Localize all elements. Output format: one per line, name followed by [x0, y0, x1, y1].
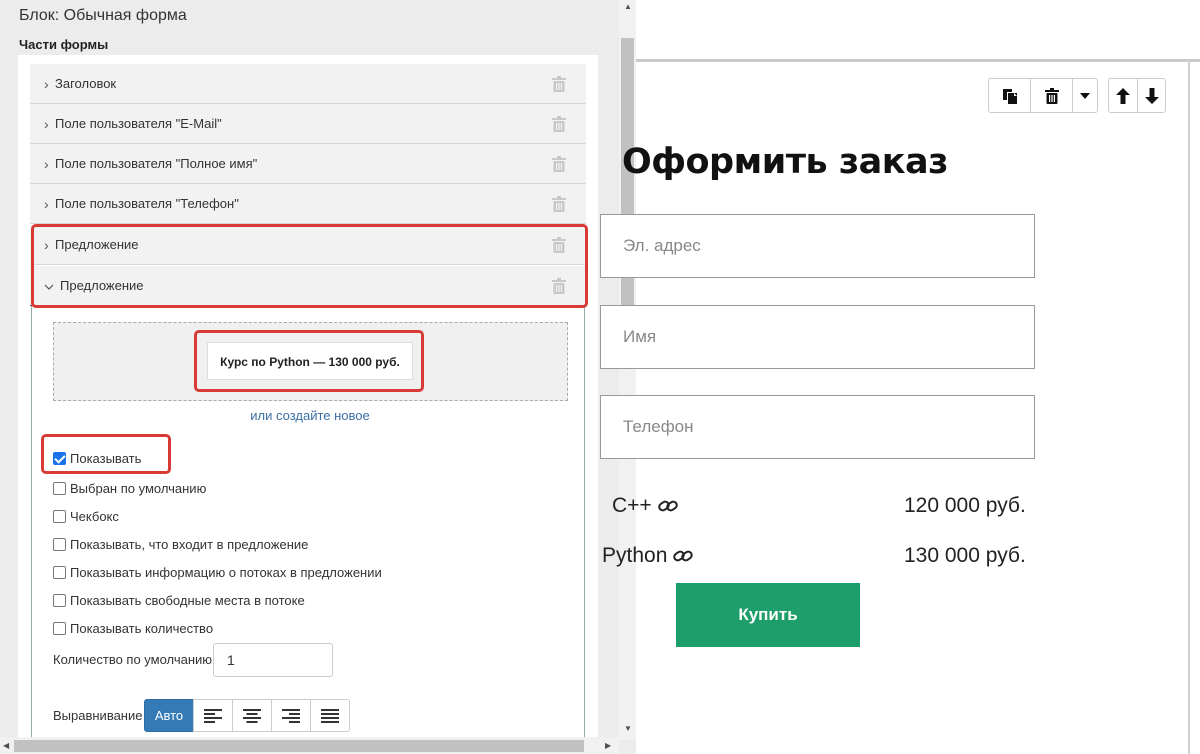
form-parts-label: Части формы: [19, 37, 109, 52]
chevron-right-icon: ›: [44, 237, 49, 253]
trash-icon[interactable]: [552, 156, 566, 177]
preview-border-top: [636, 59, 1200, 62]
trash-icon[interactable]: [552, 278, 566, 299]
form-part-offer-1[interactable]: › Предложение: [30, 225, 586, 265]
align-center-button[interactable]: [232, 699, 272, 732]
option-show-free-places[interactable]: Показывать свободные места в потоке: [53, 591, 305, 609]
option-checkbox[interactable]: Чекбокс: [53, 507, 119, 525]
form-part-label: Поле пользователя "Полное имя": [55, 156, 258, 171]
offer-name: C++: [612, 494, 652, 517]
name-field[interactable]: Имя: [600, 305, 1035, 369]
offer-price-python: 130 000 руб.: [904, 544, 1026, 567]
phone-placeholder: Телефон: [623, 417, 694, 436]
checkbox-show-contents[interactable]: [53, 537, 66, 551]
option-selected-default[interactable]: Выбран по умолчанию: [53, 479, 206, 497]
offer-price-cpp: 120 000 руб.: [904, 494, 1026, 517]
phone-field[interactable]: Телефон: [600, 395, 1035, 459]
alignment-button-group: Авто: [144, 699, 350, 732]
email-placeholder: Эл. адрес: [623, 236, 701, 255]
buy-button[interactable]: Купить: [676, 583, 860, 647]
offer-name: Python: [602, 544, 668, 567]
option-show-contents[interactable]: Показывать, что входит в предложение: [53, 535, 308, 553]
scroll-up-icon[interactable]: ▲: [624, 2, 632, 11]
option-label: Показывать количество: [70, 620, 214, 636]
create-new-offer-link[interactable]: или создайте новое: [0, 408, 620, 423]
email-field[interactable]: Эл. адрес: [600, 214, 1035, 278]
preview-border-right: [1188, 59, 1190, 754]
trash-icon[interactable]: [552, 116, 566, 137]
align-center-icon: [243, 708, 261, 723]
form-part-label: Поле пользователя "E-Mail": [55, 116, 222, 131]
checkbox-show-quantity[interactable]: [53, 621, 66, 635]
chevron-right-icon: ›: [44, 116, 49, 132]
scroll-left-icon[interactable]: ◀: [3, 741, 9, 750]
move-up-button[interactable]: [1109, 79, 1138, 112]
trash-icon: [1044, 87, 1059, 104]
option-show[interactable]: Показывать: [53, 449, 141, 467]
chevron-down-icon: [44, 266, 54, 306]
option-label: Чекбокс: [70, 508, 119, 524]
delete-block-button[interactable]: [1031, 79, 1073, 112]
align-justify-button[interactable]: [310, 699, 350, 732]
align-left-icon: [204, 708, 222, 723]
form-part-label: Поле пользователя "Телефон": [55, 196, 239, 211]
arrow-down-icon: [1144, 87, 1159, 104]
chevron-right-icon: ›: [44, 196, 49, 212]
scroll-right-icon[interactable]: ▶: [605, 741, 611, 750]
form-editor-panel: Блок: Обычная форма Части формы › Заголо…: [0, 0, 636, 754]
align-auto-button[interactable]: Авто: [144, 699, 194, 732]
vertical-scrollbar-thumb[interactable]: [621, 38, 634, 333]
checkbox-selected-default[interactable]: [53, 481, 66, 495]
offer-item-python[interactable]: Python: [602, 544, 693, 568]
checkbox-checkbox[interactable]: [53, 509, 66, 523]
scroll-down-icon[interactable]: ▼: [624, 724, 632, 733]
option-label: Показывать свободные места в потоке: [70, 592, 305, 608]
checkbox-show-streams[interactable]: [53, 565, 66, 579]
chevron-right-icon: ›: [44, 156, 49, 172]
more-actions-dropdown[interactable]: [1073, 79, 1097, 112]
default-quantity-label: Количество по умолчанию: [53, 652, 213, 667]
default-quantity-input[interactable]: 1: [213, 643, 333, 677]
move-down-button[interactable]: [1138, 79, 1165, 112]
form-part-offer-2[interactable]: Предложение: [30, 266, 586, 306]
option-label: Выбран по умолчанию: [70, 480, 207, 496]
option-label: Показывать: [70, 450, 142, 466]
form-part-fullname[interactable]: › Поле пользователя "Полное имя": [30, 144, 586, 184]
form-part-email[interactable]: › Поле пользователя "E-Mail": [30, 104, 586, 144]
align-right-button[interactable]: [271, 699, 311, 732]
form-part-heading[interactable]: › Заголовок: [30, 64, 586, 104]
move-block-toolbar: [1108, 78, 1166, 113]
form-part-label: Предложение: [60, 278, 144, 293]
arrow-up-icon: [1116, 87, 1130, 104]
form-part-phone[interactable]: › Поле пользователя "Телефон": [30, 184, 586, 224]
caret-down-icon: [1080, 92, 1090, 99]
align-left-button[interactable]: [193, 699, 233, 732]
trash-icon[interactable]: [552, 196, 566, 217]
offer-item-cpp[interactable]: C++: [612, 494, 678, 518]
trash-icon[interactable]: [552, 237, 566, 258]
option-show-streams[interactable]: Показывать информацию о потоках в предло…: [53, 563, 382, 581]
checkbox-show-free-places[interactable]: [53, 593, 66, 607]
block-title: Блок: Обычная форма: [19, 7, 187, 24]
option-label: Показывать, что входит в предложение: [70, 536, 309, 552]
copy-block-button[interactable]: [989, 79, 1031, 112]
trash-icon[interactable]: [552, 76, 566, 97]
horizontal-scrollbar-thumb[interactable]: [14, 740, 584, 752]
form-part-label: Предложение: [55, 237, 139, 252]
order-form-title: Оформить заказ: [622, 142, 948, 182]
checkbox-show[interactable]: [53, 451, 66, 465]
option-label: Показывать информацию о потоках в предло…: [70, 564, 382, 580]
link-icon: [673, 550, 693, 562]
form-part-label: Заголовок: [55, 76, 117, 91]
alignment-label: Выравнивание: [53, 708, 143, 723]
align-right-icon: [282, 708, 300, 723]
selected-offer-card[interactable]: Курс по Python — 130 000 руб.: [207, 342, 413, 380]
copy-icon: [1002, 88, 1017, 104]
name-placeholder: Имя: [623, 327, 657, 346]
align-justify-icon: [321, 708, 339, 723]
block-actions-toolbar: [988, 78, 1098, 113]
chevron-right-icon: ›: [44, 76, 49, 92]
option-show-quantity[interactable]: Показывать количество: [53, 619, 213, 637]
link-icon: [657, 500, 678, 512]
